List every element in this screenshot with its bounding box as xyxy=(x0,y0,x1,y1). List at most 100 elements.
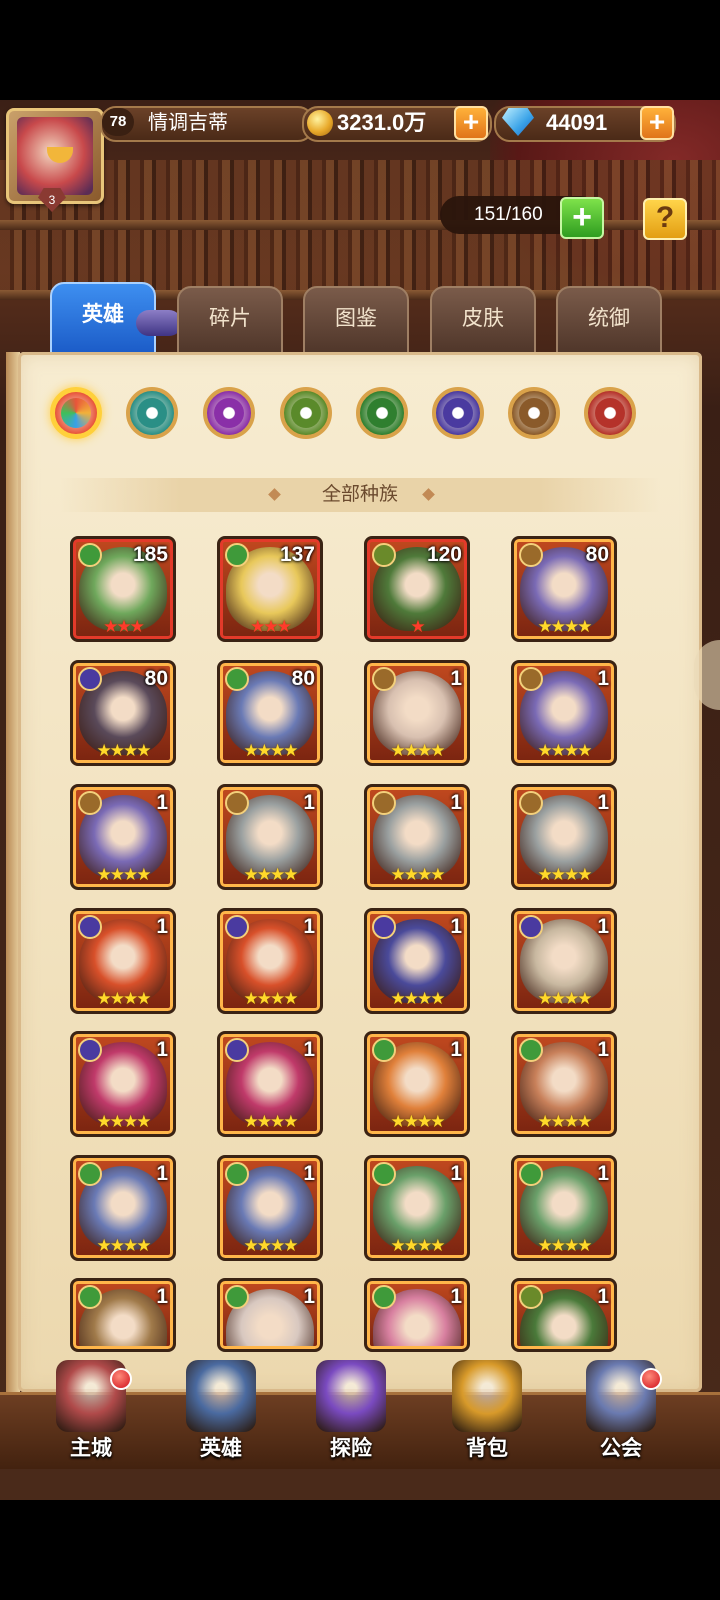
hero-card[interactable]: 1 ★★★★ xyxy=(70,908,176,1014)
hero-star-rating: ★★★★ xyxy=(96,741,152,760)
tab-codex[interactable]: 图鉴 xyxy=(303,286,409,360)
hero-card[interactable]: 1 ★★★★ xyxy=(217,1155,323,1261)
hero-level: 1 xyxy=(156,1038,168,1061)
hero-card[interactable]: 1 ★★★★ xyxy=(364,908,470,1014)
nav-castle[interactable]: 主城 xyxy=(36,1360,146,1464)
add-gems-button[interactable]: + xyxy=(640,106,674,140)
bookshelf-row xyxy=(0,160,720,220)
hero-star-rating: ★★★★ xyxy=(96,865,152,884)
hero-race-icon xyxy=(519,1162,543,1186)
hero-card[interactable]: 1 xyxy=(217,1278,323,1352)
hero-card[interactable]: 1 xyxy=(511,1278,617,1352)
nav-label: 探险 xyxy=(330,1437,372,1460)
gold-coin-icon xyxy=(307,110,333,136)
hero-race-icon xyxy=(225,1285,249,1309)
hero-card[interactable]: 1 xyxy=(70,1278,176,1352)
gem-amount: 44091 xyxy=(546,110,608,135)
hero-card[interactable]: 1 ★★★★ xyxy=(70,1155,176,1261)
hero-card[interactable]: 120 ★ xyxy=(364,536,470,642)
nav-label: 公会 xyxy=(600,1437,642,1460)
nav-backpack[interactable]: 背包 xyxy=(432,1360,542,1464)
hero-star-rating: ★★★★ xyxy=(390,1112,446,1131)
hero-card[interactable]: 1 ★★★★ xyxy=(217,908,323,1014)
hero-level: 137 xyxy=(279,543,315,566)
hero-card[interactable]: 1 xyxy=(364,1278,470,1352)
hero-star-rating: ★★★★ xyxy=(537,617,593,636)
tab-command[interactable]: 统御 xyxy=(556,286,662,360)
hero-race-icon xyxy=(519,543,543,567)
race-filter-abyss-race[interactable] xyxy=(584,387,636,439)
hero-card[interactable]: 1 ★★★★ xyxy=(217,1031,323,1137)
tab-skins[interactable]: 皮肤 xyxy=(430,286,536,360)
nav-label: 主城 xyxy=(70,1437,112,1460)
hero-capacity: 151/160 xyxy=(474,204,543,225)
hero-card[interactable]: 1 ★★★★ xyxy=(364,784,470,890)
nav-guild-tower[interactable]: 公会 xyxy=(566,1360,676,1464)
race-filter-forest-race[interactable] xyxy=(126,387,178,439)
hero-card[interactable]: 1 ★★★★ xyxy=(511,908,617,1014)
race-filter-fortress-race[interactable] xyxy=(508,387,560,439)
hero-card[interactable]: 80 ★★★★ xyxy=(70,660,176,766)
hero-card[interactable]: 1 ★★★★ xyxy=(217,784,323,890)
portal-icon xyxy=(316,1360,386,1432)
hero-level: 1 xyxy=(303,1285,315,1308)
hero-card[interactable]: 1 ★★★★ xyxy=(70,784,176,890)
hero-level: 1 xyxy=(156,1285,168,1308)
bird-avatar-icon xyxy=(17,117,93,195)
hero-card[interactable]: 80 ★★★★ xyxy=(511,536,617,642)
player-name: 情调吉蒂 xyxy=(148,112,228,134)
nav-portal[interactable]: 探险 xyxy=(296,1360,406,1464)
help-button[interactable]: ? xyxy=(643,198,687,240)
hero-level: 1 xyxy=(450,1038,462,1061)
race-filter-shadow-race[interactable] xyxy=(203,387,255,439)
hero-card[interactable]: 80 ★★★★ xyxy=(217,660,323,766)
hero-card[interactable]: 1 ★★★★ xyxy=(511,660,617,766)
hero-card[interactable]: 1 ★★★★ xyxy=(364,1031,470,1137)
scroll-decoration xyxy=(136,310,182,336)
hero-race-icon xyxy=(519,667,543,691)
race-filter-all-races[interactable] xyxy=(50,387,102,439)
hero-card[interactable]: 137 ★★★ xyxy=(217,536,323,642)
nav-hero-portrait[interactable]: 英雄 xyxy=(166,1360,276,1464)
race-filter-undead-race[interactable] xyxy=(432,387,484,439)
all-races-icon xyxy=(61,398,91,428)
hero-race-icon xyxy=(225,915,249,939)
hero-level: 1 xyxy=(597,667,609,690)
hero-star-rating: ★★★★ xyxy=(537,1112,593,1131)
abyss-race-icon xyxy=(595,398,625,428)
hero-card[interactable]: 1 ★★★★ xyxy=(511,1031,617,1137)
forest-race-icon xyxy=(137,398,167,428)
hero-star-rating: ★★★★ xyxy=(96,1236,152,1255)
hero-level: 1 xyxy=(156,915,168,938)
expand-capacity-button[interactable]: + xyxy=(560,197,604,239)
hero-race-icon xyxy=(372,667,396,691)
hero-level: 1 xyxy=(450,667,462,690)
add-gold-button[interactable]: + xyxy=(454,106,488,140)
nav-label: 英雄 xyxy=(200,1437,242,1460)
notification-badge xyxy=(640,1368,662,1390)
hero-level: 80 xyxy=(144,667,168,690)
fortress-race-icon xyxy=(519,398,549,428)
hero-level: 1 xyxy=(597,1162,609,1185)
hero-card[interactable]: 185 ★★★ xyxy=(70,536,176,642)
tab-fragments[interactable]: 碎片 xyxy=(177,286,283,360)
hero-race-icon xyxy=(78,667,102,691)
hero-star-rating: ★★★★ xyxy=(537,741,593,760)
hero-race-icon xyxy=(78,791,102,815)
hero-card[interactable]: 1 ★★★★ xyxy=(364,1155,470,1261)
hero-race-icon xyxy=(519,1038,543,1062)
race-filter-horde-race[interactable] xyxy=(280,387,332,439)
hero-card[interactable]: 1 ★★★★ xyxy=(70,1031,176,1137)
hero-card[interactable]: 1 ★★★★ xyxy=(364,660,470,766)
horde-race-icon xyxy=(291,398,321,428)
hero-star-rating: ★★★★ xyxy=(537,865,593,884)
hero-card[interactable]: 1 ★★★★ xyxy=(511,784,617,890)
hero-race-icon xyxy=(225,1038,249,1062)
hero-star-rating: ★★★ xyxy=(103,617,145,636)
player-level: 78 xyxy=(102,108,134,136)
hero-race-icon xyxy=(78,1285,102,1309)
hero-card[interactable]: 1 ★★★★ xyxy=(511,1155,617,1261)
race-filter-nature-race[interactable] xyxy=(356,387,408,439)
hero-race-icon xyxy=(519,1285,543,1309)
hero-level: 1 xyxy=(450,1285,462,1308)
